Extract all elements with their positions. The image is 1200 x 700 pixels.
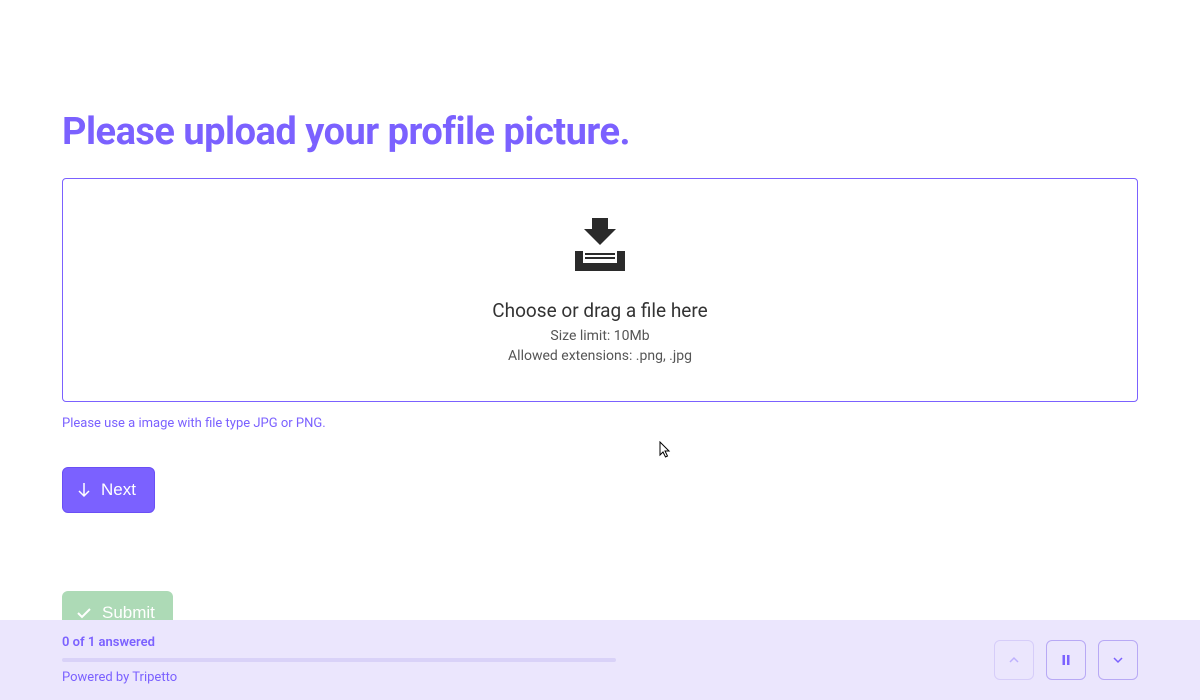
nav-pause-button[interactable] <box>1046 640 1086 680</box>
next-button-label: Next <box>101 480 136 500</box>
chevron-down-icon <box>1111 653 1125 667</box>
progress-text: 0 of 1 answered <box>62 635 616 650</box>
nav-down-button[interactable] <box>1098 640 1138 680</box>
footer: 0 of 1 answered Powered by Tripetto <box>0 620 1200 700</box>
upload-tray-icon <box>567 213 633 283</box>
page-title: Please upload your profile picture. <box>62 110 1138 154</box>
upload-allowed-extensions: Allowed extensions: .png, .jpg <box>508 348 692 364</box>
check-icon <box>76 606 92 620</box>
arrow-down-icon <box>77 482 91 498</box>
pause-icon <box>1059 653 1073 667</box>
powered-by-text: Powered by Tripetto <box>62 670 616 685</box>
progress-bar <box>62 658 616 662</box>
upload-size-limit: Size limit: 10Mb <box>550 328 649 344</box>
next-button[interactable]: Next <box>62 467 155 513</box>
helper-text: Please use a image with file type JPG or… <box>62 416 1138 431</box>
chevron-up-icon <box>1007 653 1021 667</box>
nav-up-button <box>994 640 1034 680</box>
upload-dropzone[interactable]: Choose or drag a file here Size limit: 1… <box>62 178 1138 402</box>
upload-primary-text: Choose or drag a file here <box>492 299 707 322</box>
